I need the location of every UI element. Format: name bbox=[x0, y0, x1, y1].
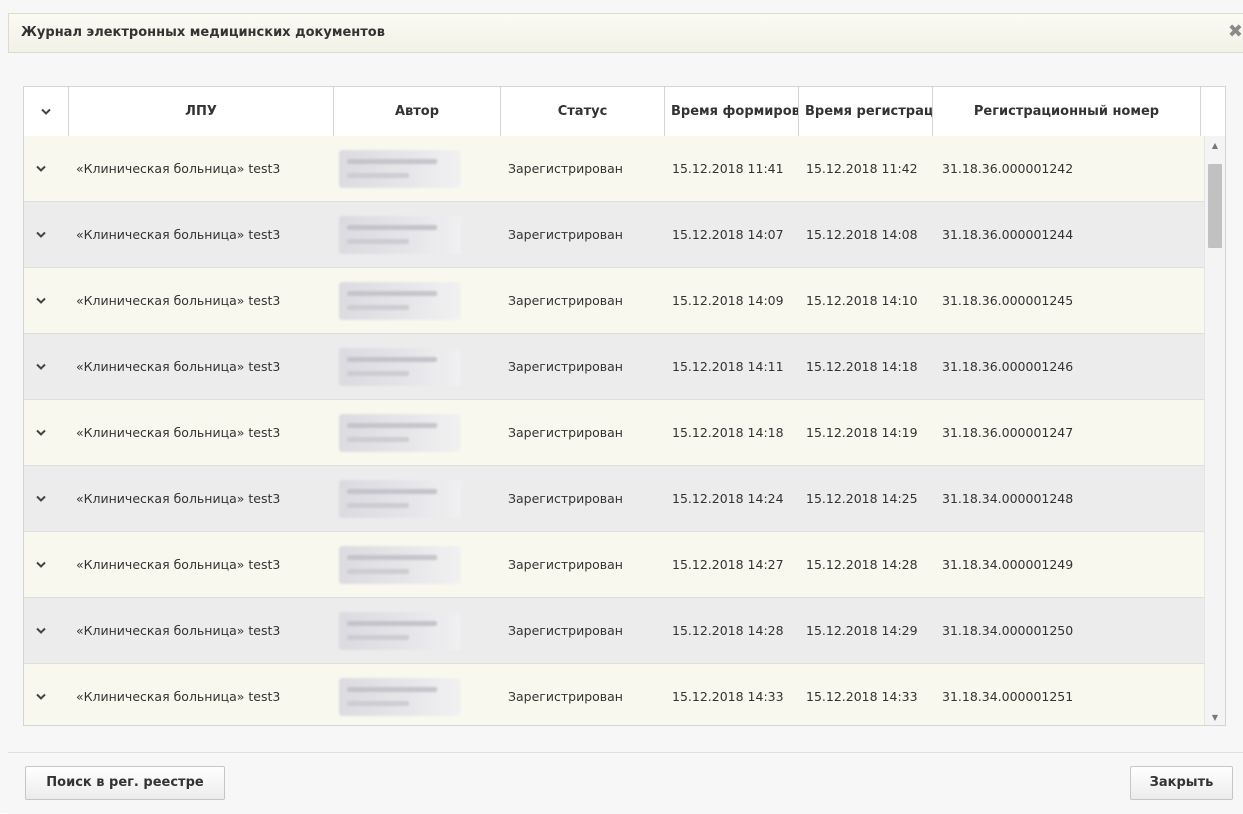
cell-status: Зарегистрирован bbox=[508, 293, 623, 308]
cell-lpu: «Клиническая больница» test3 bbox=[76, 425, 281, 440]
cell-lpu: «Клиническая больница» test3 bbox=[76, 689, 281, 704]
author-redacted bbox=[339, 546, 461, 584]
cell-reg-number: 31.18.34.000001251 bbox=[942, 689, 1074, 704]
cell-lpu: «Клиническая больница» test3 bbox=[76, 557, 281, 572]
table-row[interactable]: «Клиническая больница» test3 Зарегистриро… bbox=[24, 136, 1204, 202]
cell-status: Зарегистрирован bbox=[508, 161, 623, 176]
cell-reg-number: 31.18.36.000001247 bbox=[942, 425, 1074, 440]
header-expand-toggle[interactable] bbox=[24, 87, 69, 136]
cell-registered-time: 15.12.2018 14:28 bbox=[806, 557, 918, 572]
cell-registered-time: 15.12.2018 14:29 bbox=[806, 623, 918, 638]
cell-status: Зарегистрирован bbox=[508, 491, 623, 506]
cell-formed-time: 15.12.2018 14:18 bbox=[672, 425, 784, 440]
cell-formed-time: 15.12.2018 14:24 bbox=[672, 491, 784, 506]
close-button[interactable]: Закрыть bbox=[1130, 766, 1233, 800]
cell-reg-number: 31.18.36.000001246 bbox=[942, 359, 1074, 374]
scrollbar-thumb[interactable] bbox=[1208, 164, 1222, 248]
author-redacted bbox=[339, 414, 461, 452]
chevron-down-icon[interactable] bbox=[34, 202, 48, 267]
chevron-down-icon[interactable] bbox=[34, 136, 48, 201]
documents-table: ЛПУ Автор Статус Время формирования Врем… bbox=[23, 86, 1226, 726]
table-body: «Клиническая больница» test3 Зарегистриро… bbox=[24, 136, 1204, 725]
cell-registered-time: 15.12.2018 14:10 bbox=[806, 293, 918, 308]
table-row[interactable]: «Клиническая больница» test3 Зарегистриро… bbox=[24, 400, 1204, 466]
column-header-lpu[interactable]: ЛПУ bbox=[69, 87, 334, 136]
cell-formed-time: 15.12.2018 14:33 bbox=[672, 689, 784, 704]
chevron-down-icon[interactable] bbox=[34, 466, 48, 531]
close-icon[interactable]: ✖ bbox=[1228, 21, 1243, 42]
cell-reg-number: 31.18.36.000001245 bbox=[942, 293, 1074, 308]
dialog-title: Журнал электронных медицинских документо… bbox=[21, 25, 385, 40]
cell-registered-time: 15.12.2018 14:08 bbox=[806, 227, 918, 242]
scroll-up-arrow-icon[interactable]: ▲ bbox=[1205, 136, 1225, 154]
cell-formed-time: 15.12.2018 14:11 bbox=[672, 359, 784, 374]
cell-registered-time: 15.12.2018 14:19 bbox=[806, 425, 918, 440]
cell-lpu: «Клиническая больница» test3 bbox=[76, 359, 281, 374]
cell-formed-time: 15.12.2018 14:27 bbox=[672, 557, 784, 572]
chevron-down-icon[interactable] bbox=[34, 400, 48, 465]
table-row[interactable]: «Клиническая больница» test3 Зарегистриро… bbox=[24, 598, 1204, 664]
cell-reg-number: 31.18.34.000001250 bbox=[942, 623, 1074, 638]
column-header-status[interactable]: Статус bbox=[501, 87, 665, 136]
search-registry-button[interactable]: Поиск в рег. реестре bbox=[25, 766, 225, 800]
author-redacted bbox=[339, 480, 461, 518]
author-redacted bbox=[339, 612, 461, 650]
cell-status: Зарегистрирован bbox=[508, 557, 623, 572]
table-row[interactable]: «Клиническая больница» test3 Зарегистриро… bbox=[24, 664, 1204, 725]
cell-formed-time: 15.12.2018 14:07 bbox=[672, 227, 784, 242]
chevron-down-icon[interactable] bbox=[34, 664, 48, 725]
table-row[interactable]: «Клиническая больница» test3 Зарегистриро… bbox=[24, 532, 1204, 598]
scroll-down-arrow-icon[interactable]: ▼ bbox=[1205, 708, 1225, 725]
cell-formed-time: 15.12.2018 14:28 bbox=[672, 623, 784, 638]
cell-reg-number: 31.18.36.000001242 bbox=[942, 161, 1074, 176]
column-header-formed-time[interactable]: Время формирования bbox=[665, 87, 799, 136]
cell-reg-number: 31.18.34.000001248 bbox=[942, 491, 1074, 506]
cell-status: Зарегистрирован bbox=[508, 689, 623, 704]
chevron-down-icon[interactable] bbox=[34, 532, 48, 597]
chevron-down-icon[interactable] bbox=[34, 598, 48, 663]
cell-lpu: «Клиническая больница» test3 bbox=[76, 227, 281, 242]
author-redacted bbox=[339, 216, 461, 254]
cell-reg-number: 31.18.34.000001249 bbox=[942, 557, 1074, 572]
cell-status: Зарегистрирован bbox=[508, 623, 623, 638]
column-header-reg-number[interactable]: Регистрационный номер bbox=[933, 87, 1201, 136]
table-row[interactable]: «Клиническая больница» test3 Зарегистриро… bbox=[24, 202, 1204, 268]
dialog-footer: Поиск в рег. реестре Закрыть bbox=[8, 752, 1243, 814]
chevron-down-icon[interactable] bbox=[34, 268, 48, 333]
cell-lpu: «Клиническая больница» test3 bbox=[76, 293, 281, 308]
cell-lpu: «Клиническая больница» test3 bbox=[76, 491, 281, 506]
table-row[interactable]: «Клиническая больница» test3 Зарегистриро… bbox=[24, 334, 1204, 400]
cell-status: Зарегистрирован bbox=[508, 359, 623, 374]
cell-lpu: «Клиническая больница» test3 bbox=[76, 623, 281, 638]
table-header: ЛПУ Автор Статус Время формирования Врем… bbox=[24, 87, 1225, 137]
column-header-author[interactable]: Автор bbox=[334, 87, 501, 136]
cell-lpu: «Клиническая больница» test3 bbox=[76, 161, 281, 176]
cell-status: Зарегистрирован bbox=[508, 425, 623, 440]
table-row[interactable]: «Клиническая больница» test3 Зарегистриро… bbox=[24, 466, 1204, 532]
cell-formed-time: 15.12.2018 11:41 bbox=[672, 161, 784, 176]
author-redacted bbox=[339, 348, 461, 386]
chevron-down-icon[interactable] bbox=[34, 334, 48, 399]
author-redacted bbox=[339, 282, 461, 320]
cell-registered-time: 15.12.2018 11:42 bbox=[806, 161, 918, 176]
column-header-registered-time[interactable]: Время регистрации bbox=[799, 87, 933, 136]
cell-registered-time: 15.12.2018 14:18 bbox=[806, 359, 918, 374]
vertical-scrollbar[interactable]: ▲ ▼ bbox=[1204, 136, 1225, 725]
table-row[interactable]: «Клиническая больница» test3 Зарегистриро… bbox=[24, 268, 1204, 334]
chevron-down-icon bbox=[41, 108, 51, 115]
document-journal-dialog: Журнал электронных медицинских документо… bbox=[0, 0, 1243, 814]
dialog-titlebar: Журнал электронных медицинских документо… bbox=[8, 13, 1243, 53]
cell-registered-time: 15.12.2018 14:25 bbox=[806, 491, 918, 506]
author-redacted bbox=[339, 150, 461, 188]
cell-status: Зарегистрирован bbox=[508, 227, 623, 242]
author-redacted bbox=[339, 678, 461, 716]
cell-registered-time: 15.12.2018 14:33 bbox=[806, 689, 918, 704]
cell-reg-number: 31.18.36.000001244 bbox=[942, 227, 1074, 242]
cell-formed-time: 15.12.2018 14:09 bbox=[672, 293, 784, 308]
